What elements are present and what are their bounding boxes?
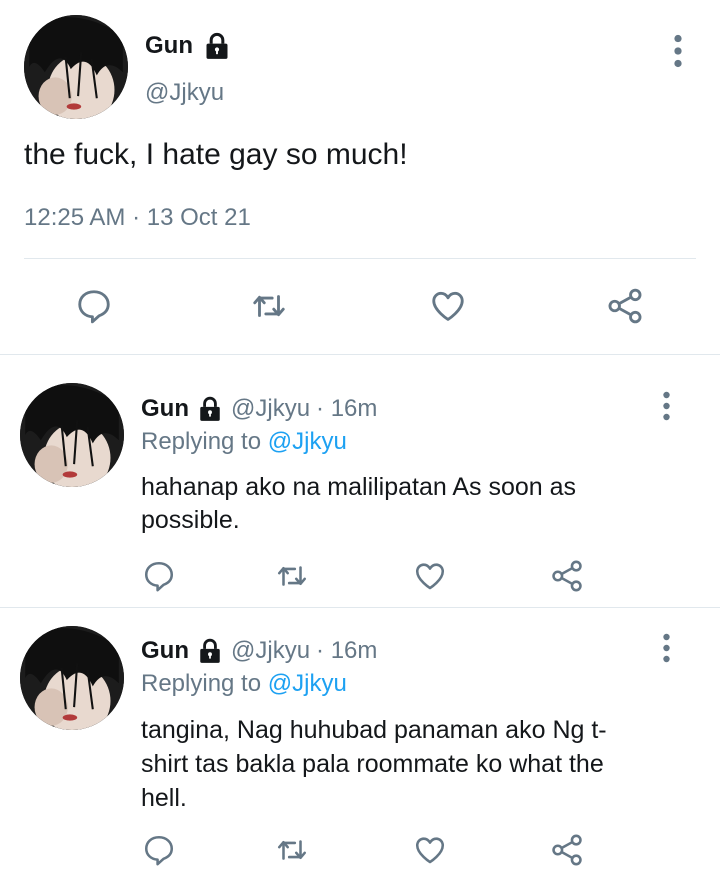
- replying-to: Replying to @Jjkyu: [141, 670, 347, 698]
- reply-text-line: possible.: [141, 506, 240, 534]
- divider: [24, 258, 696, 259]
- avatar[interactable]: [20, 626, 124, 730]
- heart-icon: [413, 833, 447, 867]
- heart-icon: [413, 559, 447, 593]
- lock-icon: [197, 396, 223, 422]
- lock-icon: [197, 638, 223, 664]
- like-button[interactable]: [413, 559, 447, 593]
- reply-button[interactable]: [142, 559, 176, 593]
- reply-icon: [142, 833, 176, 867]
- user-handle[interactable]: @Jjkyu: [231, 395, 310, 423]
- user-handle[interactable]: @Jjkyu: [145, 79, 224, 107]
- share-button[interactable]: [606, 287, 644, 325]
- divider: [0, 607, 720, 608]
- more-vertical-icon[interactable]: [673, 34, 683, 68]
- retweet-button[interactable]: [275, 559, 309, 593]
- display-name[interactable]: Gun: [145, 32, 193, 60]
- tweet-timestamp[interactable]: 12:25 AM · 13 Oct 21: [24, 204, 251, 232]
- divider: [0, 354, 720, 355]
- replying-to-label: Replying to: [141, 670, 262, 697]
- display-name-row: Gun: [145, 31, 231, 61]
- retweet-icon: [250, 287, 288, 325]
- display-name[interactable]: Gun: [141, 395, 189, 423]
- reply-text-line: shirt tas bakla pala roommate ko what th…: [141, 750, 604, 778]
- replying-to-label: Replying to: [141, 428, 262, 455]
- retweet-icon: [275, 559, 309, 593]
- tweet-text: the fuck, I hate gay so much!: [24, 138, 408, 171]
- reply-icon: [75, 287, 113, 325]
- reply-text-line: tangina, Nag huhubad panaman ako Ng t-: [141, 716, 607, 744]
- avatar[interactable]: [24, 15, 128, 119]
- reply-text: hahanap ako na malilipatan As soon as po…: [141, 471, 576, 537]
- reply-button[interactable]: [142, 833, 176, 867]
- avatar[interactable]: [20, 383, 124, 487]
- reply-time: · 16m: [316, 395, 378, 422]
- retweet-icon: [275, 833, 309, 867]
- share-icon: [550, 559, 584, 593]
- heart-icon: [429, 287, 467, 325]
- user-handle[interactable]: @Jjkyu: [231, 637, 310, 665]
- reply-text-line: hell.: [141, 784, 187, 812]
- replying-to-handle[interactable]: @Jjkyu: [268, 428, 347, 455]
- share-icon: [550, 833, 584, 867]
- replying-to-handle[interactable]: @Jjkyu: [268, 670, 347, 697]
- reply-text: tangina, Nag huhubad panaman ako Ng t- s…: [141, 713, 607, 815]
- reply-icon: [142, 559, 176, 593]
- retweet-button[interactable]: [250, 287, 288, 325]
- reply-header: Gun @Jjkyu · 16m: [141, 393, 377, 425]
- reply-button[interactable]: [75, 287, 113, 325]
- share-icon: [606, 287, 644, 325]
- like-button[interactable]: [429, 287, 467, 325]
- lock-icon: [203, 32, 231, 60]
- share-button[interactable]: [550, 833, 584, 867]
- reply-text-line: hahanap ako na malilipatan As soon as: [141, 473, 577, 501]
- more-vertical-icon[interactable]: [662, 633, 671, 663]
- replying-to: Replying to @Jjkyu: [141, 428, 347, 456]
- display-name[interactable]: Gun: [141, 637, 189, 665]
- reply-time: · 16m: [316, 637, 378, 664]
- retweet-button[interactable]: [275, 833, 309, 867]
- share-button[interactable]: [550, 559, 584, 593]
- reply-header: Gun @Jjkyu · 16m: [141, 635, 377, 667]
- like-button[interactable]: [413, 833, 447, 867]
- more-vertical-icon[interactable]: [662, 391, 671, 421]
